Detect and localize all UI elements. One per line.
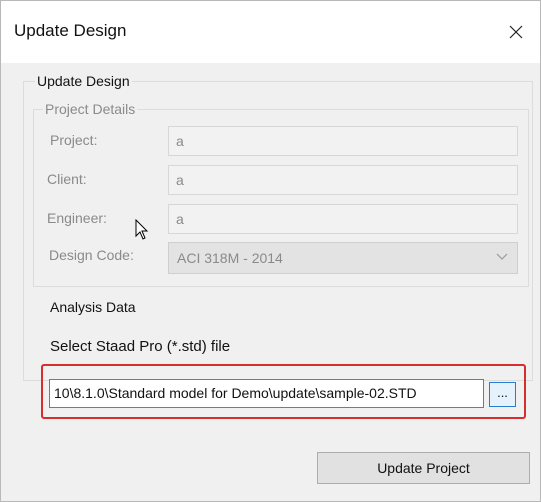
- client-field[interactable]: a: [168, 165, 518, 195]
- design-code-label: Design Code:: [49, 247, 134, 263]
- close-icon: [509, 25, 523, 39]
- engineer-field[interactable]: a: [168, 204, 518, 234]
- project-field[interactable]: a: [168, 126, 518, 156]
- annotation-highlight-box: [41, 364, 526, 419]
- project-details-label: Project Details: [43, 101, 138, 117]
- project-label: Project:: [50, 132, 98, 148]
- update-project-button[interactable]: Update Project: [317, 452, 530, 484]
- chevron-down-icon: [496, 253, 508, 260]
- close-button[interactable]: [498, 15, 534, 49]
- update-design-dialog: Update Design Update Design Project Deta…: [0, 0, 541, 502]
- design-code-value: ACI 318M - 2014: [177, 250, 283, 266]
- window-title: Update Design: [14, 21, 127, 40]
- mouse-pointer-icon: [135, 219, 149, 240]
- title-bar: Update Design: [1, 1, 540, 63]
- update-design-group-label: Update Design: [35, 73, 132, 89]
- client-label: Client:: [47, 171, 87, 187]
- select-std-file-label: Select Staad Pro (*.std) file: [50, 338, 231, 355]
- engineer-label: Engineer:: [47, 210, 107, 226]
- design-code-select[interactable]: ACI 318M - 2014: [168, 242, 518, 274]
- analysis-data-label: Analysis Data: [50, 299, 136, 315]
